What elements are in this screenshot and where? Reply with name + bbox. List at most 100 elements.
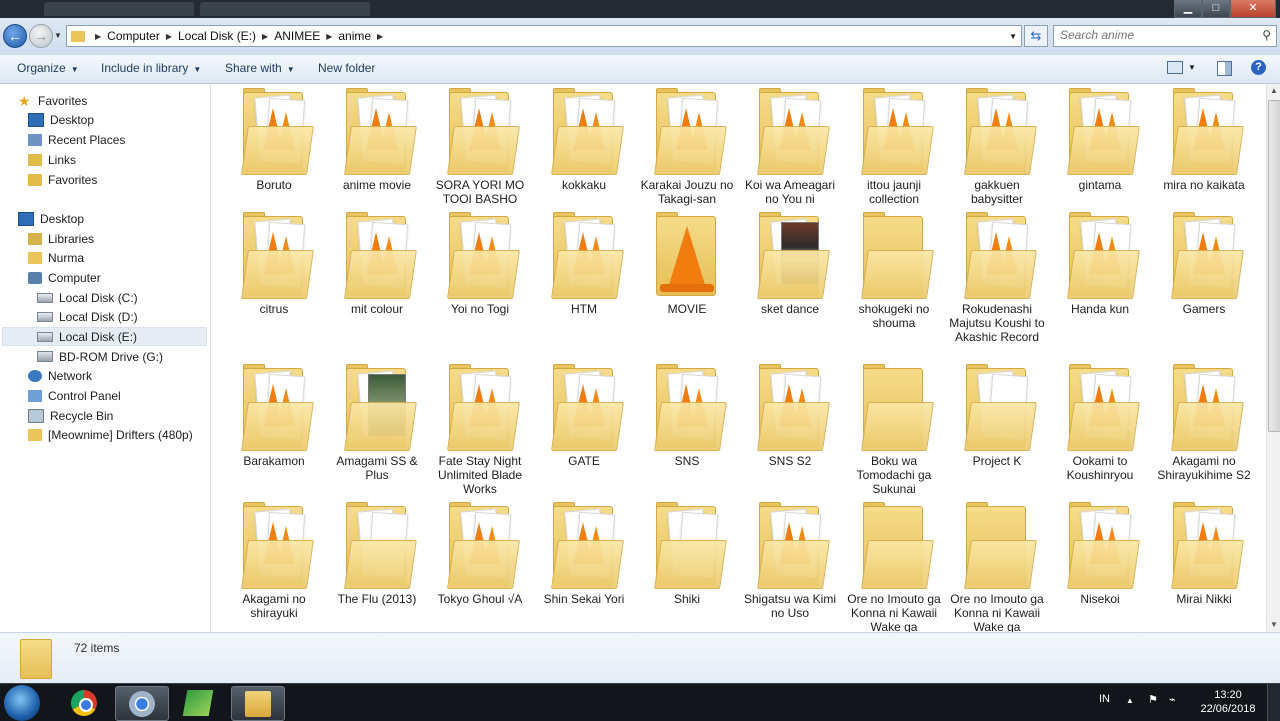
folder-item[interactable]: SNS xyxy=(638,364,736,468)
change-view-icon[interactable] xyxy=(1167,61,1183,74)
folder-item[interactable]: Shigatsu wa Kimi no Uso xyxy=(741,502,839,620)
nav-bd-rom[interactable]: BD-ROM Drive (G:) xyxy=(37,347,163,366)
nav-network[interactable]: Network xyxy=(28,366,92,385)
breadcrumb-computer[interactable]: Computer xyxy=(103,29,164,43)
search-icon[interactable]: ⚲ xyxy=(1262,28,1271,42)
language-indicator[interactable]: IN xyxy=(1099,693,1110,705)
chevron-right-icon[interactable]: ▶ xyxy=(324,32,334,41)
nav-local-disk-e[interactable]: Local Disk (E:) xyxy=(2,327,207,346)
folder-item[interactable]: Tokyo Ghoul √A xyxy=(431,502,529,606)
chevron-right-icon[interactable]: ▶ xyxy=(260,32,270,41)
nav-user[interactable]: Nurma xyxy=(28,248,84,267)
folder-item[interactable]: shokugeki no shouma xyxy=(845,212,943,330)
folder-item[interactable]: Shiki xyxy=(638,502,736,606)
power-icon[interactable]: ⌁ xyxy=(1169,693,1176,706)
nav-drifters-folder[interactable]: [Meownime] Drifters (480p) xyxy=(28,425,193,444)
help-icon[interactable]: ? xyxy=(1251,60,1266,75)
chevron-right-icon[interactable]: ▶ xyxy=(93,32,103,41)
nav-computer[interactable]: Computer xyxy=(28,268,101,287)
folder-item[interactable]: kokkaku xyxy=(535,88,633,192)
address-bar[interactable]: ▶ Computer ▶ Local Disk (E:) ▶ ANIMEE ▶ … xyxy=(66,25,1022,47)
nav-control-panel[interactable]: Control Panel xyxy=(28,386,121,405)
folder-item[interactable]: Boku wa Tomodachi ga Sukunai xyxy=(845,364,943,496)
folder-item[interactable]: Barakamon xyxy=(225,364,323,468)
start-button[interactable] xyxy=(4,685,40,721)
back-button[interactable]: ← xyxy=(3,24,27,48)
address-dropdown-icon[interactable]: ▼ xyxy=(1009,32,1021,41)
folder-item[interactable]: Boruto xyxy=(225,88,323,192)
folder-item[interactable]: mit colour xyxy=(328,212,426,316)
taskbar-chrome-active[interactable] xyxy=(115,686,169,721)
search-input[interactable] xyxy=(1054,26,1256,44)
folder-item[interactable]: ittou jaunji collection xyxy=(845,88,943,206)
folder-item[interactable]: SORA YORI MO TOOI BASHO xyxy=(431,88,529,206)
folder-item[interactable]: Amagami SS & Plus xyxy=(328,364,426,482)
vertical-scrollbar[interactable]: ▲ ▼ xyxy=(1266,84,1280,632)
action-center-flag-icon[interactable]: ⚑ xyxy=(1148,693,1158,706)
folder-item[interactable]: Yoi no Togi xyxy=(431,212,529,316)
refresh-button[interactable]: ⇆ xyxy=(1024,25,1048,47)
forward-button[interactable]: → xyxy=(29,24,53,48)
show-desktop-button[interactable] xyxy=(1267,684,1280,721)
folder-item[interactable]: Project K xyxy=(948,364,1046,468)
nav-favorites[interactable]: ★ Favorites xyxy=(18,91,87,110)
folder-item[interactable]: gintama xyxy=(1051,88,1149,192)
folder-item[interactable]: GATE xyxy=(535,364,633,468)
folder-item[interactable]: Karakai Jouzu no Takagi-san xyxy=(638,88,736,206)
taskbar-chrome[interactable] xyxy=(58,686,110,719)
breadcrumb-anime[interactable]: anime xyxy=(334,29,375,43)
folder-item[interactable]: Akagami no Shirayukihime S2 xyxy=(1155,364,1253,482)
folder-item[interactable]: Nisekoi xyxy=(1051,502,1149,606)
nav-local-disk-c[interactable]: Local Disk (C:) xyxy=(37,288,138,307)
new-folder-button[interactable]: New folder xyxy=(318,61,375,75)
folder-item[interactable]: MOVIE xyxy=(638,212,736,316)
folder-item[interactable]: mira no kaikata xyxy=(1155,88,1253,192)
folder-item[interactable]: Mirai Nikki xyxy=(1155,502,1253,606)
chevron-right-icon[interactable]: ▶ xyxy=(164,32,174,41)
recent-pages-dropdown-icon[interactable]: ▼ xyxy=(54,31,62,40)
folder-item[interactable]: Akagami no shirayuki xyxy=(225,502,323,620)
search-box[interactable]: ⚲ xyxy=(1053,25,1277,47)
folder-item[interactable]: Ore no Imouto ga Konna ni Kawaii Wake ga xyxy=(845,502,943,632)
folder-item[interactable]: The Flu (2013) xyxy=(328,502,426,606)
include-in-library-button[interactable]: Include in library ▼ xyxy=(101,61,201,75)
close-button[interactable]: ✕ xyxy=(1230,0,1276,18)
nav-desktop[interactable]: Desktop xyxy=(18,209,84,228)
folder-item[interactable]: Koi wa Ameagari no You ni xyxy=(741,88,839,206)
taskbar-explorer[interactable] xyxy=(231,686,285,721)
organize-button[interactable]: Organize ▼ xyxy=(17,61,79,75)
folder-item[interactable]: Gamers xyxy=(1155,212,1253,316)
nav-recycle-bin[interactable]: Recycle Bin xyxy=(28,406,113,425)
scroll-thumb[interactable] xyxy=(1268,100,1280,432)
folder-item[interactable]: Ookami to Koushinryou xyxy=(1051,364,1149,482)
folder-item[interactable]: SNS S2 xyxy=(741,364,839,468)
show-hidden-icons-icon[interactable]: ▲ xyxy=(1126,696,1134,705)
folder-item[interactable]: Fate Stay Night Unlimited Blade Works xyxy=(431,364,529,496)
scroll-up-icon[interactable]: ▲ xyxy=(1267,84,1280,98)
folder-item[interactable]: HTM xyxy=(535,212,633,316)
nav-links[interactable]: Links xyxy=(28,150,76,169)
nav-favorites-folder[interactable]: Favorites xyxy=(28,170,97,189)
folder-item[interactable]: citrus xyxy=(225,212,323,316)
minimize-button[interactable]: ▁ xyxy=(1174,0,1202,18)
folder-item[interactable]: anime movie xyxy=(328,88,426,192)
breadcrumb-local-disk-e[interactable]: Local Disk (E:) xyxy=(174,29,260,43)
view-dropdown-icon[interactable]: ▼ xyxy=(1188,63,1196,72)
folder-item[interactable]: Ore no Imouto ga Konna ni Kawaii Wake ga xyxy=(948,502,1046,632)
folder-item[interactable]: Rokudenashi Majutsu Koushi to Akashic Re… xyxy=(948,212,1046,344)
clock[interactable]: 13:20 22/06/2018 xyxy=(1198,688,1258,716)
chevron-right-icon[interactable]: ▶ xyxy=(375,32,385,41)
folder-item[interactable]: sket dance xyxy=(741,212,839,316)
share-with-button[interactable]: Share with ▼ xyxy=(225,61,295,75)
nav-local-disk-d[interactable]: Local Disk (D:) xyxy=(37,307,138,326)
nav-desktop-favorite[interactable]: Desktop xyxy=(28,110,94,129)
nav-recent-places[interactable]: Recent Places xyxy=(28,130,125,149)
taskbar-app[interactable] xyxy=(172,686,224,719)
maximize-button[interactable]: □ xyxy=(1202,0,1230,18)
folder-item[interactable]: gakkuen babysitter xyxy=(948,88,1046,206)
breadcrumb-animee[interactable]: ANIMEE xyxy=(270,29,324,43)
folder-item[interactable]: Handa kun xyxy=(1051,212,1149,316)
folder-item[interactable]: Shin Sekai Yori xyxy=(535,502,633,606)
nav-libraries[interactable]: Libraries xyxy=(28,229,94,248)
scroll-down-icon[interactable]: ▼ xyxy=(1267,618,1280,632)
